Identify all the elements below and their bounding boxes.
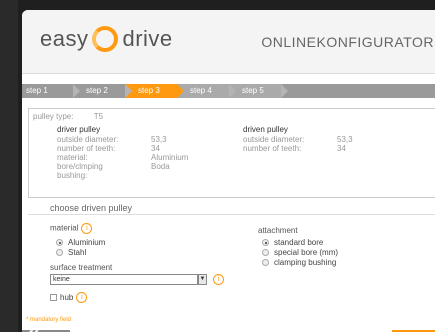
driven-row: number of teeth: 34 — [243, 144, 353, 153]
driver-row: material: Aluminium — [57, 153, 188, 162]
driver-row-key: number of teeth: — [57, 144, 116, 153]
driver-row-value: Boda — [151, 162, 170, 171]
radio-label: Stahl — [68, 248, 87, 257]
mandatory-note: * mandatory field — [26, 317, 72, 323]
hub-checkbox[interactable]: hub i — [50, 292, 88, 303]
radio-label: special bore (mm) — [274, 248, 339, 257]
driver-row-value: 34 — [151, 144, 160, 153]
attachment-option-special-bore[interactable]: special bore (mm) — [262, 248, 338, 257]
radio-label: standard bore — [274, 238, 324, 247]
hub-label: hub — [60, 293, 74, 302]
driver-row-value: 53,3 — [151, 135, 167, 144]
attachment-option-standard-bore[interactable]: standard bore — [262, 238, 323, 247]
driver-row: number of teeth: 34 — [57, 144, 188, 153]
driven-row-value: 53,3 — [337, 135, 353, 144]
divider — [28, 214, 435, 215]
section-title: choose driven pulley — [50, 203, 133, 213]
driver-pulley-info: driver pulley outside diameter: 53,3 numb… — [57, 125, 188, 180]
step-3[interactable]: step 3 — [126, 84, 184, 98]
driver-row-key: bore/clmping — [57, 162, 103, 171]
pulley-type-label: pulley type: — [33, 112, 74, 121]
surface-treatment-select[interactable]: keine — [50, 274, 198, 285]
checkbox-icon — [50, 294, 57, 301]
logo-text-easy: easy — [40, 26, 89, 51]
step-2[interactable]: step 2 — [74, 84, 132, 98]
driver-row: outside diameter: 53,3 — [57, 135, 188, 144]
driver-pulley-title: driver pulley — [57, 125, 101, 134]
step-4[interactable]: step 4 — [178, 84, 236, 98]
driver-row-value: Aluminium — [151, 153, 189, 162]
radio-label: clamping bushing — [274, 258, 337, 267]
driven-row: outside diameter: 53,3 — [243, 135, 353, 144]
driven-pulley-info: driven pulley outside diameter: 53,3 numb… — [243, 125, 353, 153]
logo-text-drive: drive — [122, 26, 173, 51]
driven-pulley-title: driven pulley — [243, 125, 288, 134]
select-arrow-icon[interactable]: ▼ — [198, 274, 207, 285]
driver-row: bushing: — [57, 171, 188, 180]
material-label-row: material i — [50, 223, 93, 234]
surface-treatment-label: surface treatment — [50, 263, 113, 272]
surface-info-icon[interactable]: i — [213, 274, 224, 285]
step-bar: step 1 step 2 step 3 step 4 step 5 — [22, 84, 435, 98]
driven-row-key: outside diameter: — [243, 135, 305, 144]
configurator-panel: easy drive ONLINEKONFIGURATOR step 1 ste… — [22, 10, 435, 332]
header: easy drive ONLINEKONFIGURATOR — [22, 10, 435, 74]
driver-row-key: outside diameter: — [57, 135, 119, 144]
page-title: ONLINEKONFIGURATOR — [261, 34, 434, 50]
logo-ring-icon — [92, 26, 119, 52]
material-option-aluminium[interactable]: Aluminium — [56, 238, 105, 247]
radio-unselected-icon — [56, 249, 63, 256]
driven-row-value: 34 — [337, 144, 346, 153]
pulley-summary: pulley type: T5 driver pulley outside di… — [28, 108, 435, 198]
radio-unselected-icon — [262, 249, 269, 256]
step-5[interactable]: step 5 — [230, 84, 288, 98]
driven-row-key: number of teeth: — [243, 144, 302, 153]
radio-selected-icon — [262, 239, 269, 246]
driver-row-key: material: — [57, 153, 88, 162]
driver-row: bore/clmping Boda — [57, 162, 188, 171]
driver-row-key: bushing: — [57, 171, 88, 180]
step-1[interactable]: step 1 — [22, 84, 80, 98]
easydrive-logo: easy drive — [40, 26, 173, 52]
material-info-icon[interactable]: i — [81, 223, 93, 234]
attachment-option-clamping-bushing[interactable]: clamping bushing — [262, 258, 336, 267]
attachment-label: attachment — [258, 226, 298, 235]
radio-label: Aluminium — [68, 238, 106, 247]
radio-unselected-icon — [262, 259, 269, 266]
hub-info-icon[interactable]: i — [76, 292, 88, 303]
material-option-stahl[interactable]: Stahl — [56, 248, 86, 257]
material-label: material — [50, 223, 79, 233]
radio-selected-icon — [56, 239, 63, 246]
pulley-type-value: T5 — [93, 112, 104, 121]
pulley-type: pulley type: T5 — [33, 112, 103, 121]
